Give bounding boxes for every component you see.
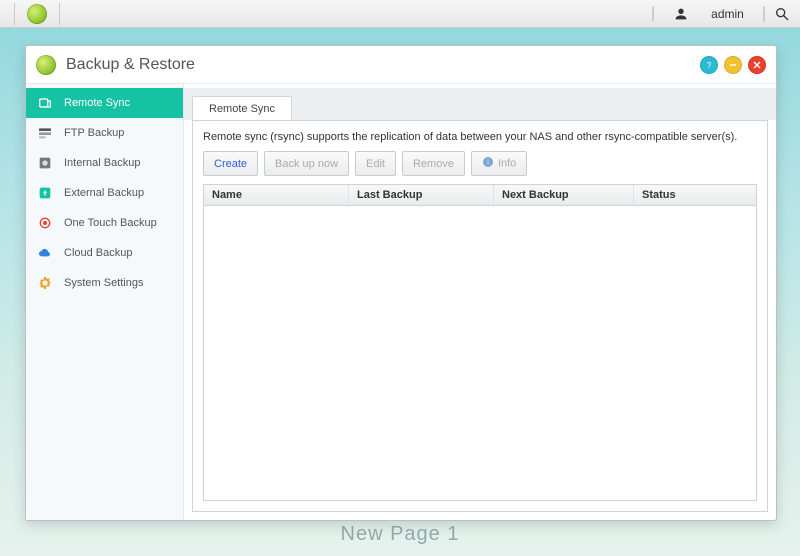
column-header-next[interactable]: Next Backup bbox=[494, 185, 634, 205]
info-button[interactable]: i Info bbox=[471, 151, 527, 176]
backup-restore-window: Backup & Restore ? Remote Sync FTP Backu… bbox=[25, 45, 777, 521]
search-icon[interactable] bbox=[774, 6, 790, 22]
ftp-icon bbox=[36, 124, 54, 142]
tab-remote-sync[interactable]: Remote Sync bbox=[192, 96, 292, 121]
column-header-last[interactable]: Last Backup bbox=[349, 185, 494, 205]
desktop-page-label: New Page 1 bbox=[341, 523, 460, 546]
window-title: Backup & Restore bbox=[66, 56, 195, 74]
cloud-icon bbox=[36, 244, 54, 262]
user-menu[interactable]: admin bbox=[663, 6, 754, 22]
close-button[interactable] bbox=[748, 56, 766, 74]
sidebar-item-ftp-backup[interactable]: FTP Backup bbox=[26, 118, 183, 148]
target-icon bbox=[36, 214, 54, 232]
action-toolbar: Create Back up now Edit Remove i Info bbox=[203, 151, 757, 176]
create-button[interactable]: Create bbox=[203, 151, 258, 176]
divider: | bbox=[762, 5, 766, 23]
sidebar-item-remote-sync[interactable]: Remote Sync bbox=[26, 88, 183, 118]
sidebar-item-label: External Backup bbox=[64, 187, 144, 199]
tabstrip: Remote Sync bbox=[184, 88, 776, 120]
column-header-name[interactable]: Name bbox=[204, 185, 349, 205]
svg-text:?: ? bbox=[707, 61, 712, 70]
app-icon bbox=[36, 55, 56, 75]
divider: | bbox=[651, 5, 655, 23]
column-header-status[interactable]: Status bbox=[634, 185, 756, 205]
sidebar-item-label: Internal Backup bbox=[64, 157, 140, 169]
sidebar-item-system-settings[interactable]: System Settings bbox=[26, 268, 183, 298]
description-text: Remote sync (rsync) supports the replica… bbox=[203, 131, 757, 143]
info-button-label: Info bbox=[498, 157, 516, 169]
sidebar-item-label: FTP Backup bbox=[64, 127, 124, 139]
backup-now-button[interactable]: Back up now bbox=[264, 151, 349, 176]
internal-disk-icon bbox=[36, 154, 54, 172]
sidebar-item-label: Cloud Backup bbox=[64, 247, 133, 259]
sidebar-item-cloud-backup[interactable]: Cloud Backup bbox=[26, 238, 183, 268]
sidebar-item-external-backup[interactable]: External Backup bbox=[26, 178, 183, 208]
minus-icon bbox=[728, 60, 738, 70]
minimize-button[interactable] bbox=[724, 56, 742, 74]
gear-icon bbox=[36, 274, 54, 292]
help-button[interactable]: ? bbox=[700, 56, 718, 74]
os-logo-icon[interactable] bbox=[27, 4, 47, 24]
window-titlebar[interactable]: Backup & Restore ? bbox=[26, 46, 776, 84]
divider bbox=[59, 3, 60, 25]
sidebar-item-label: System Settings bbox=[64, 277, 143, 289]
sidebar-item-label: Remote Sync bbox=[64, 97, 130, 109]
table-header: Name Last Backup Next Backup Status bbox=[204, 185, 756, 206]
external-disk-icon bbox=[36, 184, 54, 202]
edit-button[interactable]: Edit bbox=[355, 151, 396, 176]
sync-icon bbox=[36, 94, 54, 112]
main-panel: Remote Sync Remote sync (rsync) supports… bbox=[184, 84, 776, 520]
sidebar-item-internal-backup[interactable]: Internal Backup bbox=[26, 148, 183, 178]
desktop-topbar: | admin | bbox=[0, 0, 800, 28]
tab-content: Remote sync (rsync) supports the replica… bbox=[192, 120, 768, 512]
sidebar: Remote Sync FTP Backup Internal Backup E… bbox=[26, 84, 184, 520]
jobs-table: Name Last Backup Next Backup Status bbox=[203, 184, 757, 501]
info-icon: i bbox=[482, 156, 494, 171]
user-icon bbox=[673, 6, 689, 22]
table-body bbox=[204, 206, 756, 500]
sidebar-item-one-touch-backup[interactable]: One Touch Backup bbox=[26, 208, 183, 238]
remove-button[interactable]: Remove bbox=[402, 151, 465, 176]
username-label: admin bbox=[711, 7, 744, 21]
tab-label: Remote Sync bbox=[209, 103, 275, 115]
question-icon: ? bbox=[704, 60, 714, 70]
sidebar-item-label: One Touch Backup bbox=[64, 217, 157, 229]
divider bbox=[14, 3, 15, 25]
close-icon bbox=[752, 60, 762, 70]
